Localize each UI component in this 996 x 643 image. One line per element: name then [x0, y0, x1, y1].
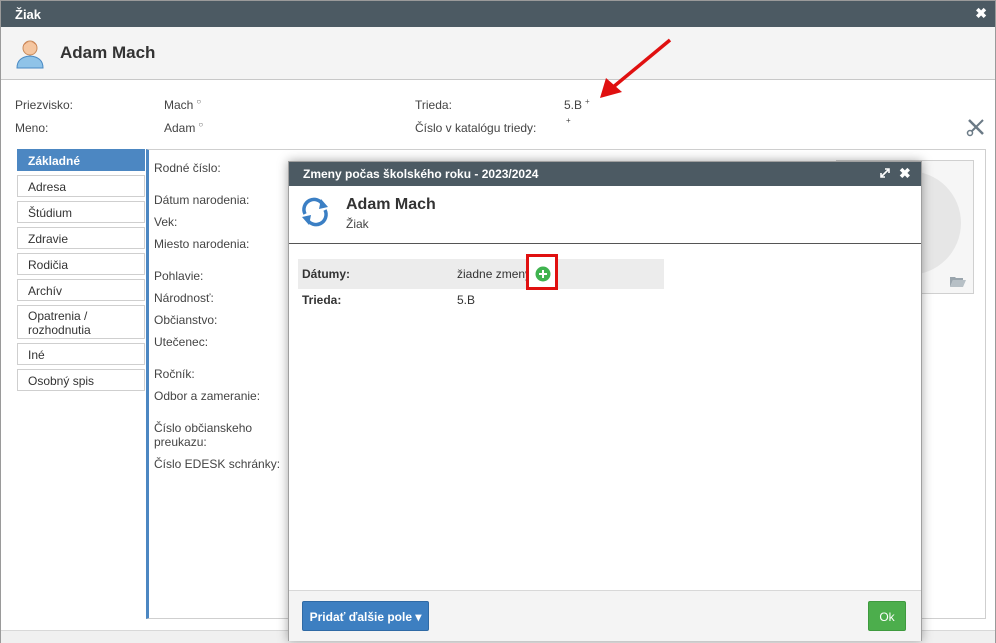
- changes-dialog: Zmeny počas školského roku - 2023/2024 ✖…: [288, 161, 922, 641]
- ok-button[interactable]: Ok: [868, 601, 906, 631]
- window-titlebar: Žiak ✖: [1, 1, 995, 27]
- tab-ine[interactable]: Iné: [17, 343, 145, 365]
- student-name: Adam Mach: [60, 43, 156, 62]
- firstname-value: Adam ○: [164, 120, 204, 135]
- close-icon[interactable]: ✖: [975, 5, 987, 22]
- dialog-close-icon[interactable]: ✖: [899, 165, 911, 182]
- annotation-arrow: [600, 38, 672, 98]
- class-label: Trieda:: [415, 98, 452, 112]
- dialog-class-label: Trieda:: [302, 293, 342, 307]
- add-date-icon[interactable]: [535, 266, 551, 282]
- folder-icon[interactable]: [950, 275, 966, 287]
- tab-adresa[interactable]: Adresa: [17, 175, 145, 197]
- tab-rodicia[interactable]: Rodičia: [17, 253, 145, 275]
- expand-icon[interactable]: [879, 167, 891, 179]
- student-header: Adam Mach: [1, 27, 995, 80]
- field-label: Ročník:: [154, 367, 195, 381]
- field-label: Národnosť:: [154, 291, 214, 305]
- student-avatar-icon: [16, 40, 44, 69]
- field-label: Číslo EDESK schránky:: [154, 457, 281, 471]
- dialog-subtitle: Žiak: [346, 217, 369, 231]
- field-label: Rodné číslo:: [154, 161, 221, 175]
- field-label: Pohlavie:: [154, 269, 204, 283]
- dialog-titlebar: Zmeny počas školského roku - 2023/2024 ✖: [289, 162, 921, 186]
- firstname-label: Meno:: [15, 121, 49, 135]
- tab-osobny-spis[interactable]: Osobný spis: [17, 369, 145, 391]
- surname-value: Mach ○: [164, 97, 202, 112]
- field-label: Utečenec:: [154, 335, 209, 349]
- dates-label: Dátumy:: [302, 267, 351, 281]
- class-value: 5.B +: [564, 97, 590, 112]
- field-label: Občianstvo:: [154, 313, 218, 327]
- tab-studium[interactable]: Štúdium: [17, 201, 145, 223]
- field-label: Vek:: [154, 215, 178, 229]
- window-title: Žiak: [15, 7, 42, 22]
- tab-archiv[interactable]: Archív: [17, 279, 145, 301]
- catalog-number-mark: +: [566, 116, 571, 125]
- section-tabs: Základné Adresa Štúdium Zdravie Rodičia …: [17, 149, 145, 395]
- field-label: Číslo občianskeho preukazu:: [154, 421, 253, 449]
- add-field-button[interactable]: Pridať ďalšie pole ▾: [302, 601, 429, 631]
- refresh-icon: [302, 197, 328, 227]
- dates-value: žiadne zmeny: [457, 267, 532, 281]
- field-label: Miesto narodenia:: [154, 237, 250, 251]
- tab-opatrenia[interactable]: Opatrenia / rozhodnutia: [17, 305, 145, 339]
- tab-zdravie[interactable]: Zdravie: [17, 227, 145, 249]
- dialog-title: Zmeny počas školského roku - 2023/2024: [303, 167, 539, 181]
- field-label: Odbor a zameranie:: [154, 389, 261, 403]
- catalog-number-label: Číslo v katalógu triedy:: [415, 121, 537, 135]
- tools-icon[interactable]: [966, 117, 986, 137]
- tab-zakladne[interactable]: Základné: [17, 149, 145, 171]
- dialog-separator: [289, 243, 921, 244]
- dialog-class-value: 5.B: [457, 293, 476, 307]
- field-label: Dátum narodenia:: [154, 193, 250, 207]
- surname-label: Priezvisko:: [15, 98, 74, 112]
- dialog-student-name: Adam Mach: [346, 196, 436, 213]
